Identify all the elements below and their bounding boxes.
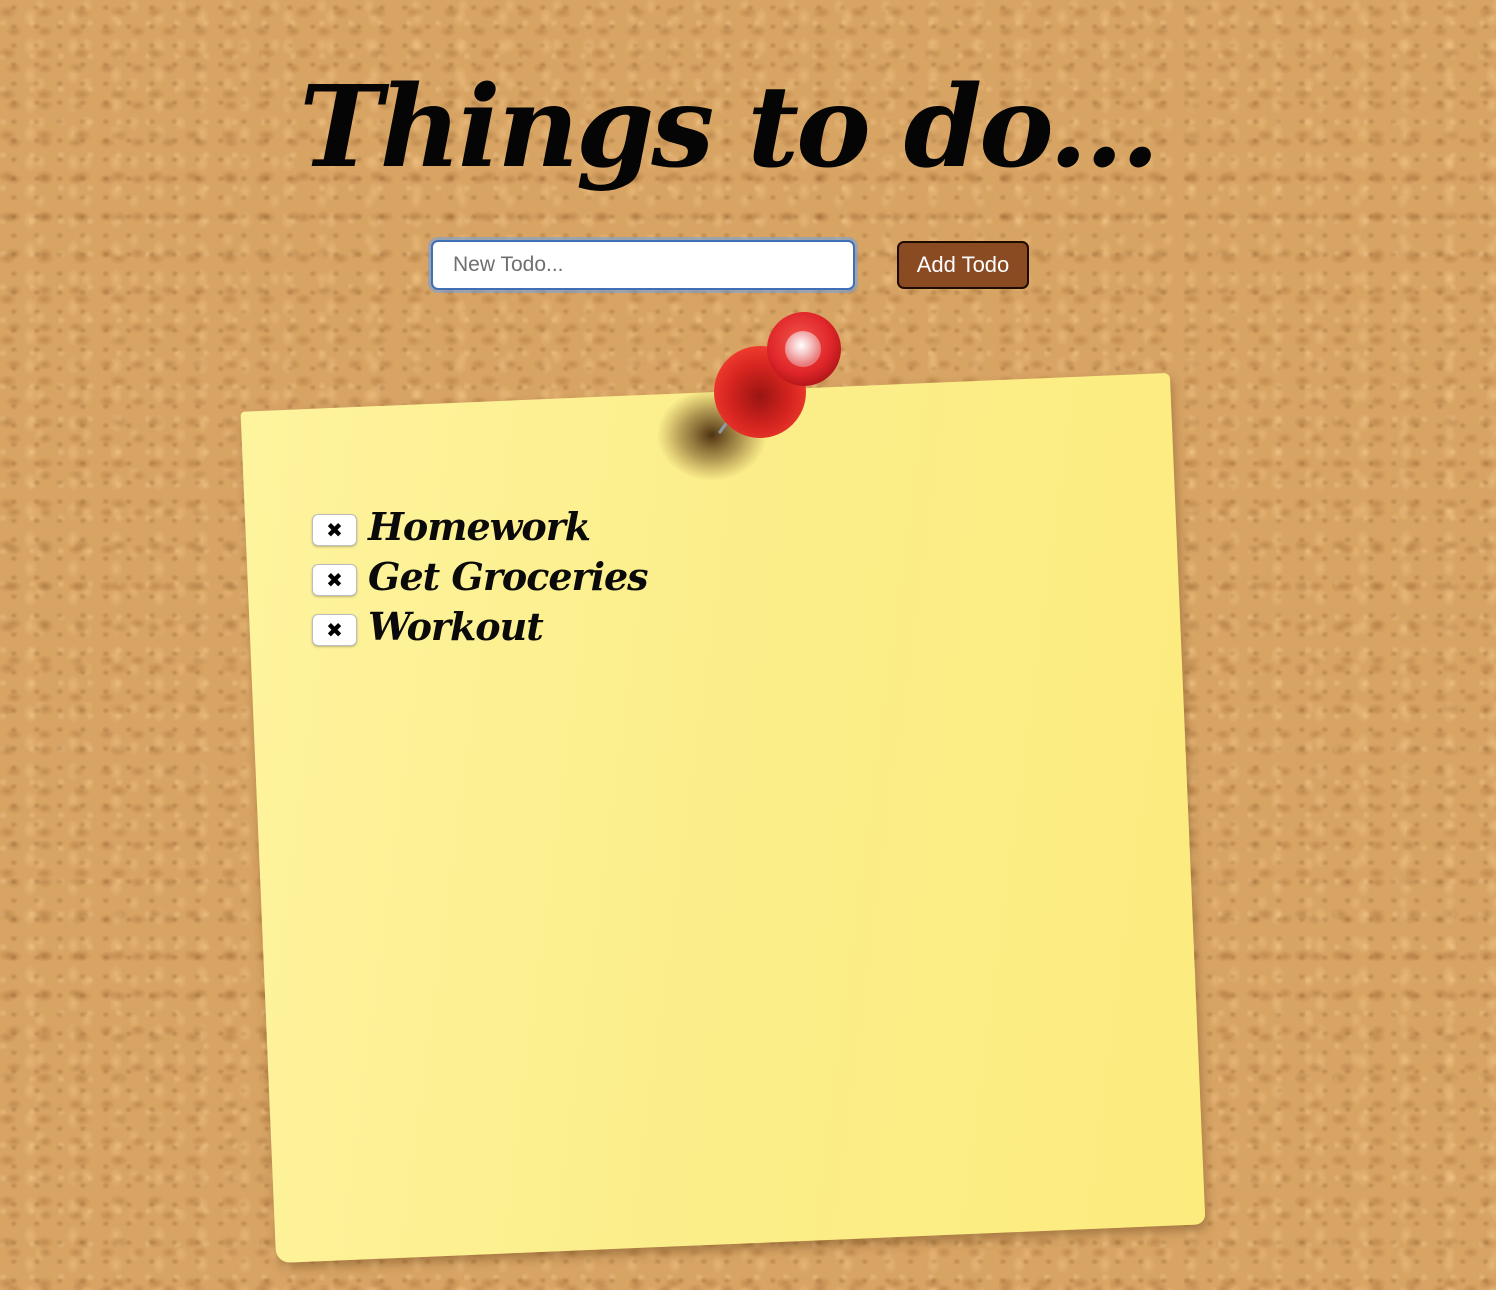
todo-label: Get Groceries <box>368 554 649 599</box>
close-icon: ✖ <box>326 618 343 642</box>
add-todo-button[interactable]: Add Todo <box>897 241 1029 289</box>
delete-todo-button[interactable]: ✖ <box>312 514 357 546</box>
todo-label: Homework <box>368 504 591 549</box>
close-icon: ✖ <box>326 518 343 542</box>
todo-item-workout: ✖ Workout <box>312 602 1012 652</box>
page-title: Things to do... <box>299 62 1160 193</box>
todo-item-get-groceries: ✖ Get Groceries <box>312 552 1012 602</box>
todo-label: Workout <box>368 604 544 649</box>
delete-todo-button[interactable]: ✖ <box>312 564 357 596</box>
new-todo-input[interactable] <box>431 240 855 290</box>
pushpin-icon <box>657 312 841 481</box>
delete-todo-button[interactable]: ✖ <box>312 614 357 646</box>
todo-list: ✖ Homework ✖ Get Groceries ✖ Workout <box>312 502 1012 652</box>
close-icon: ✖ <box>326 568 343 592</box>
todo-item-homework: ✖ Homework <box>312 502 1012 552</box>
